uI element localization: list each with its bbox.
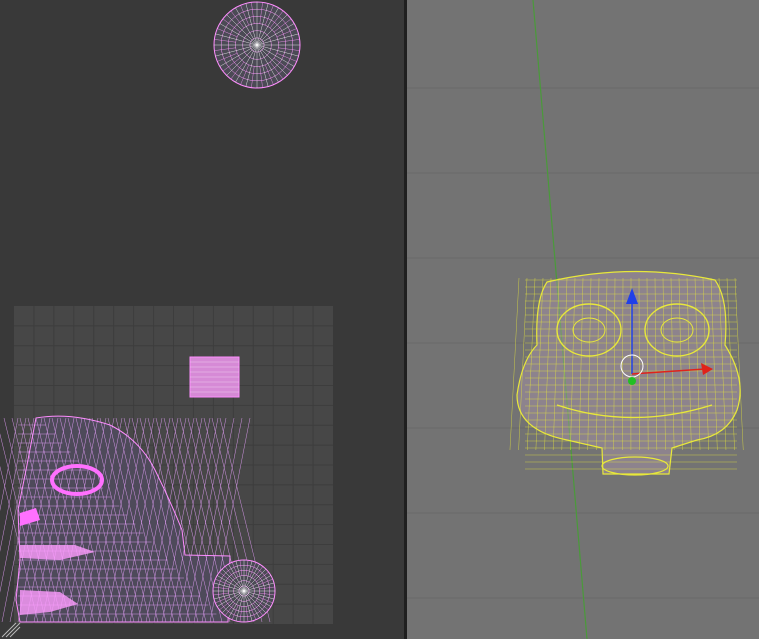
uv-island-small-patch[interactable] <box>189 356 240 398</box>
uv-image-editor[interactable] <box>0 0 404 639</box>
uv-canvas[interactable] <box>0 0 404 639</box>
3d-viewport[interactable] <box>407 0 759 639</box>
viewport-canvas[interactable] <box>407 0 759 639</box>
uv-island-sphere-top[interactable] <box>213 1 301 89</box>
pivot-center-icon <box>628 377 636 385</box>
monkey-mesh-wireframe[interactable] <box>509 270 744 476</box>
area-split-corner-icon[interactable] <box>0 617 22 639</box>
uv-island-sphere-bottom[interactable] <box>212 559 276 623</box>
